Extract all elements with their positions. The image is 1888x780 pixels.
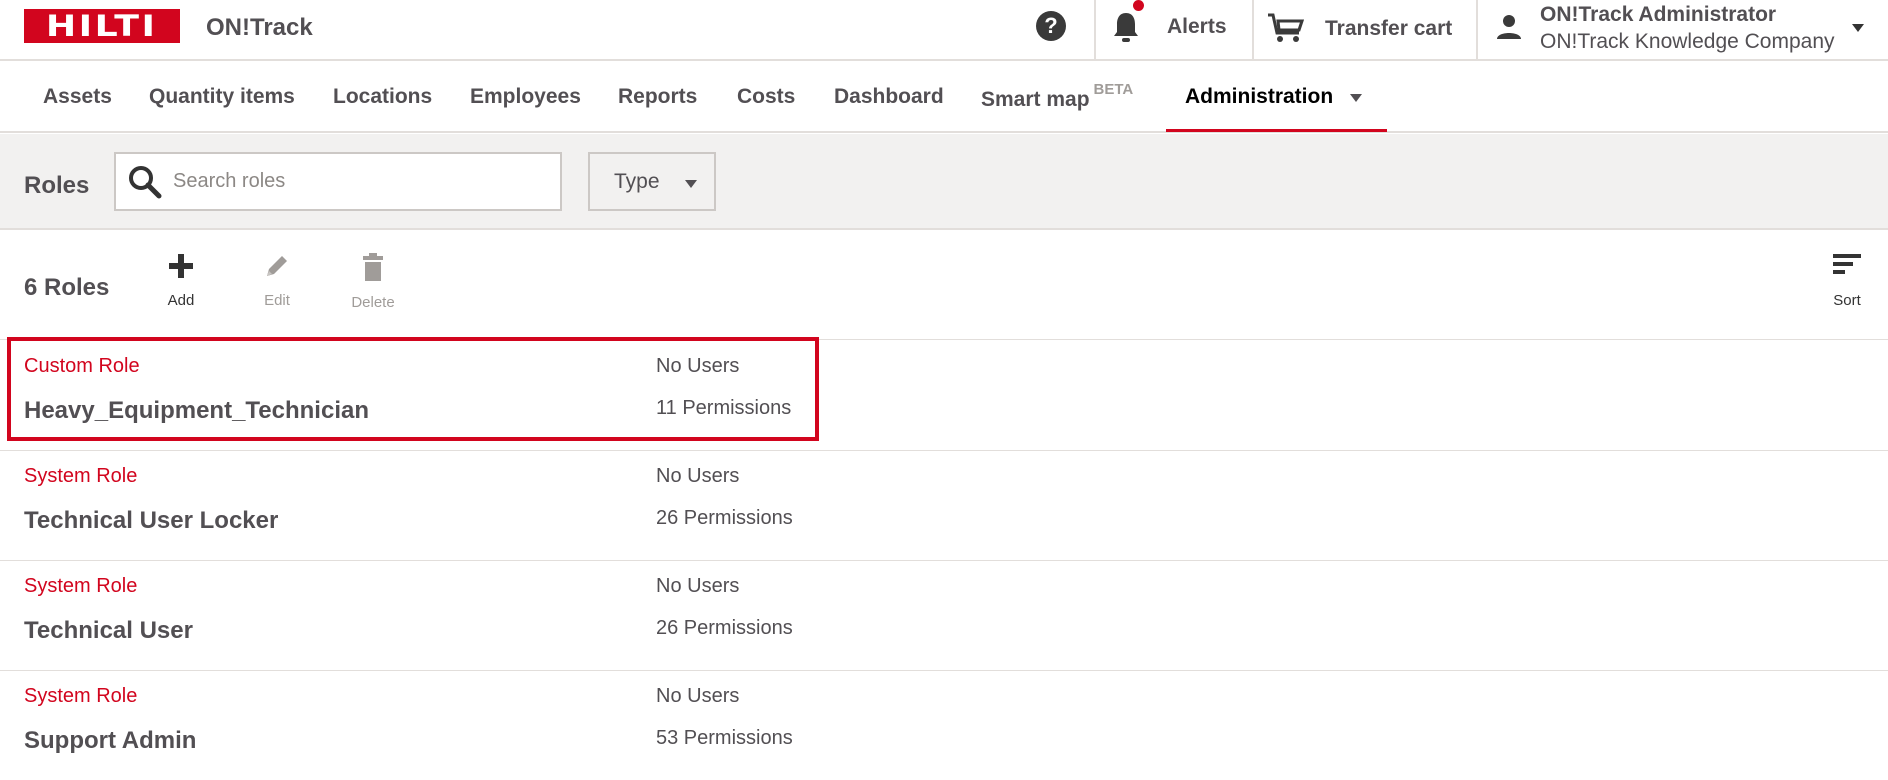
bell-icon[interactable] xyxy=(1110,10,1142,44)
role-name: Heavy_Equipment_Technician xyxy=(24,397,369,424)
app-name: ON!Track xyxy=(206,14,313,41)
nav-smart-map[interactable]: Smart map BETA xyxy=(981,81,1133,112)
type-filter-dropdown[interactable]: Type xyxy=(588,152,716,211)
nav-assets[interactable]: Assets xyxy=(43,85,112,109)
active-tab-indicator xyxy=(1166,129,1387,132)
list-item[interactable]: System Role Support Admin No Users 53 Pe… xyxy=(0,671,1888,780)
user-name[interactable]: ON!Track Administrator xyxy=(1540,3,1776,27)
edit-label: Edit xyxy=(264,292,290,309)
delete-label: Delete xyxy=(351,294,395,311)
plus-icon xyxy=(169,254,193,278)
page-title: Roles xyxy=(24,172,90,199)
nav-administration[interactable]: Administration xyxy=(1185,85,1333,109)
transfer-cart-link[interactable]: Transfer cart xyxy=(1325,17,1452,41)
header-divider xyxy=(1094,0,1096,59)
hilti-logo[interactable]: HILTI xyxy=(24,9,180,43)
role-name: Support Admin xyxy=(24,727,197,754)
nav-quantity-items[interactable]: Quantity items xyxy=(149,85,295,109)
role-name: Technical User Locker xyxy=(24,507,279,534)
header-divider xyxy=(1476,0,1478,59)
role-name: Technical User xyxy=(24,617,193,644)
help-icon[interactable]: ? xyxy=(1036,11,1066,41)
beta-badge: BETA xyxy=(1093,81,1134,98)
list-item[interactable]: Custom Role Heavy_Equipment_Technician N… xyxy=(0,341,1888,451)
chevron-down-icon xyxy=(685,180,697,188)
delete-button[interactable]: Delete xyxy=(338,252,408,311)
role-permissions: 26 Permissions xyxy=(656,507,793,529)
sort-button[interactable]: Sort xyxy=(1812,252,1882,309)
nav-locations[interactable]: Locations xyxy=(333,85,432,109)
chevron-down-icon[interactable] xyxy=(1350,94,1362,102)
nav-dashboard[interactable]: Dashboard xyxy=(834,85,944,109)
role-type: Custom Role xyxy=(24,355,140,377)
role-type: System Role xyxy=(24,685,138,707)
add-label: Add xyxy=(167,292,195,309)
role-type: System Role xyxy=(24,465,138,487)
add-button[interactable]: Add xyxy=(146,252,216,309)
nav-reports[interactable]: Reports xyxy=(618,85,697,109)
header-divider xyxy=(1252,0,1254,59)
user-company[interactable]: ON!Track Knowledge Company xyxy=(1540,30,1835,54)
alert-badge xyxy=(1133,0,1144,11)
role-permissions: 53 Permissions xyxy=(656,727,793,749)
logo-text: HILTI xyxy=(46,9,158,43)
list-item[interactable]: System Role Technical User Locker No Use… xyxy=(0,451,1888,561)
pencil-icon xyxy=(267,256,287,276)
nav-employees[interactable]: Employees xyxy=(470,85,581,109)
main-nav: Assets Quantity items Locations Employee… xyxy=(0,61,1888,133)
cart-icon[interactable] xyxy=(1266,11,1304,45)
chevron-down-icon[interactable] xyxy=(1852,24,1864,32)
sort-label: Sort xyxy=(1833,292,1861,309)
nav-smart-map-label: Smart map xyxy=(981,88,1090,111)
sort-icon xyxy=(1833,254,1861,274)
nav-costs[interactable]: Costs xyxy=(737,85,795,109)
search-input[interactable] xyxy=(173,154,553,209)
role-users: No Users xyxy=(656,355,740,377)
role-users: No Users xyxy=(656,575,740,597)
trash-icon xyxy=(363,253,383,281)
filter-bar: Roles Type xyxy=(0,134,1888,230)
search-box[interactable] xyxy=(114,152,562,211)
edit-button[interactable]: Edit xyxy=(242,252,312,309)
user-icon xyxy=(1497,15,1521,39)
search-icon xyxy=(129,166,162,199)
alerts-link[interactable]: Alerts xyxy=(1167,15,1227,39)
role-users: No Users xyxy=(656,685,740,707)
roles-count: 6 Roles xyxy=(24,274,110,301)
roles-toolbar: 6 Roles Add Edit Delete Sort xyxy=(0,232,1888,340)
top-header: HILTI ON!Track ? Alerts Transfer cart ON… xyxy=(0,0,1888,61)
role-permissions: 26 Permissions xyxy=(656,617,793,639)
role-users: No Users xyxy=(656,465,740,487)
role-permissions: 11 Permissions xyxy=(656,397,792,419)
role-type: System Role xyxy=(24,575,138,597)
type-filter-label: Type xyxy=(614,170,660,193)
list-item[interactable]: System Role Technical User No Users 26 P… xyxy=(0,561,1888,671)
